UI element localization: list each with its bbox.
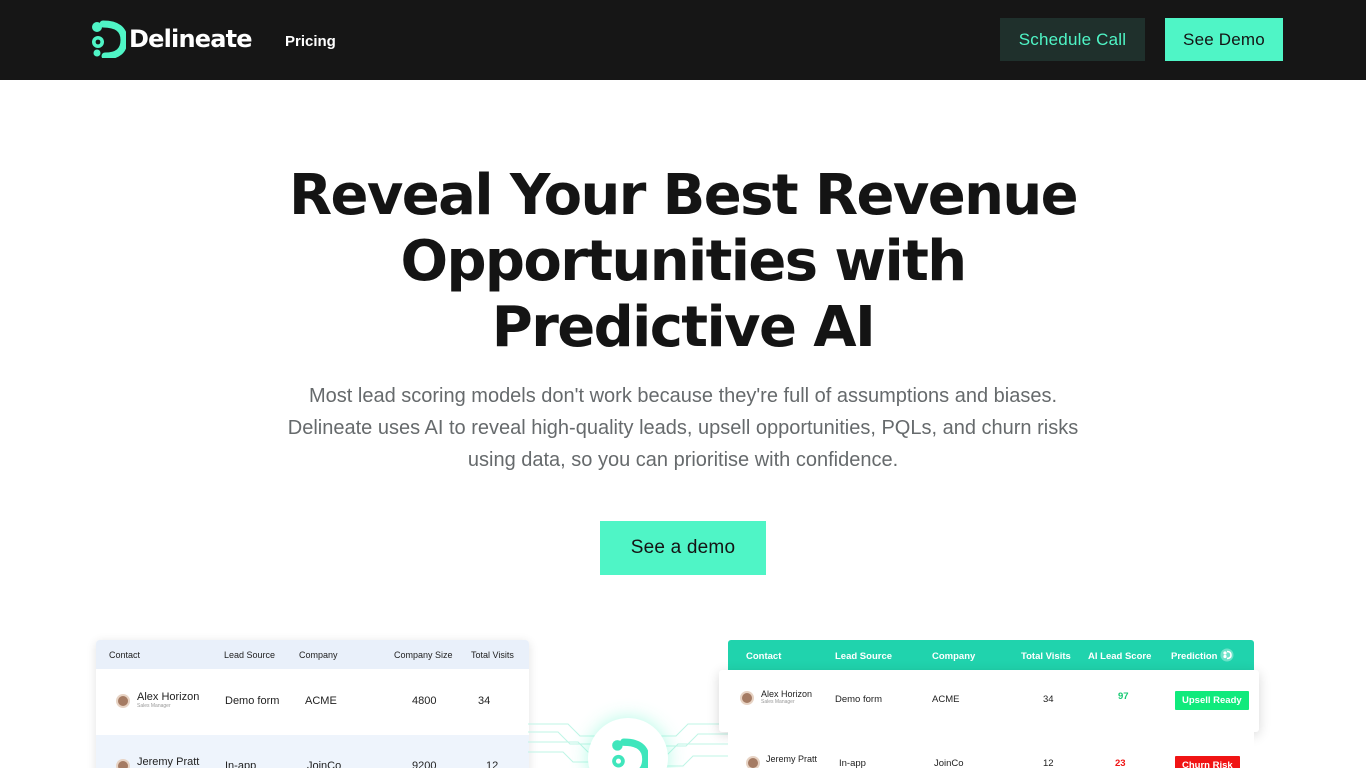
hero-title: Reveal Your Best Revenue Opportunities w…	[233, 163, 1133, 361]
prediction-badge-churn: Churn Risk	[1175, 756, 1240, 768]
column-header: Total Visits	[1021, 651, 1071, 662]
contact-cell: Alex Horizon Sales Manager	[761, 689, 812, 705]
company-cell: ACME	[305, 695, 337, 707]
delineate-logo-icon	[1220, 648, 1234, 662]
column-header: Contact	[109, 650, 141, 660]
table-row-highlighted: Alex Horizon Sales Manager Demo form ACM…	[719, 670, 1259, 732]
delineate-logo-icon	[612, 738, 648, 768]
column-header: Company Size	[394, 650, 453, 660]
avatar	[746, 756, 760, 768]
contact-name: Alex Horizon	[137, 691, 200, 703]
total-visits-cell: 34	[478, 695, 491, 707]
table-row: Jeremy Pratt In-app JoinCo 12 23 Churn R…	[728, 732, 1254, 768]
ai-lead-score-cell: 23	[1115, 758, 1126, 768]
hero-title-line: Predictive AI	[491, 295, 876, 360]
avatar	[116, 694, 130, 708]
hero-subtitle-line: Delineate uses AI to reveal high-quality…	[287, 417, 1079, 439]
logo-text: Delineate	[129, 25, 253, 53]
company-cell: JoinCo	[307, 760, 342, 768]
column-header: AI Lead Score	[1088, 651, 1152, 662]
prediction-badge-upsell: Upsell Ready	[1175, 691, 1249, 710]
total-visits-cell: 12	[486, 760, 499, 768]
lead-source-cell: Demo form	[225, 695, 280, 707]
hero-title-line: Reveal Your Best Revenue	[288, 163, 1079, 228]
contact-title: Sales Manager	[137, 703, 171, 709]
column-header: Company	[932, 651, 976, 662]
table-row: Alex Horizon Sales Manager Demo form ACM…	[96, 669, 529, 735]
lead-source-cell: In-app	[225, 760, 257, 768]
lead-source-cell: Demo form	[835, 694, 882, 705]
column-header: Lead Source	[835, 651, 893, 662]
company-cell: JoinCo	[934, 758, 964, 768]
contact-cell: Jeremy Pratt	[137, 756, 199, 768]
company-size-cell: 9200	[412, 760, 437, 768]
table-header: Contact Lead Source Company Total Visits…	[728, 640, 1254, 670]
hero-subtitle: Most lead scoring models don't work beca…	[263, 380, 1103, 476]
top-navbar: Delineate Pricing Schedule Call See Demo	[0, 0, 1366, 80]
contact-cell: Alex Horizon Sales Manager	[137, 691, 199, 709]
column-header: Contact	[746, 651, 782, 662]
hero-subtitle-line: Most lead scoring models don't work beca…	[308, 385, 1058, 407]
see-demo-button[interactable]: See Demo	[1165, 18, 1283, 61]
hero-subtitle-line: using data, so you can prioritise with c…	[467, 449, 899, 471]
contact-name: Alex Horizon	[761, 689, 813, 699]
nav-link-pricing[interactable]: Pricing	[285, 33, 336, 50]
lead-table-predicted: Contact Lead Source Company Total Visits…	[719, 640, 1259, 768]
total-visits-cell: 12	[1043, 758, 1054, 768]
table-header: Contact Lead Source Company Company Size…	[96, 640, 529, 669]
contact-name: Jeremy Pratt	[137, 756, 200, 768]
company-size-cell: 4800	[412, 695, 437, 707]
lead-table-before: Contact Lead Source Company Company Size…	[96, 640, 529, 768]
logo[interactable]: Delineate	[90, 20, 253, 58]
column-header: Lead Source	[224, 650, 276, 660]
avatar	[740, 691, 754, 705]
see-a-demo-button[interactable]: See a demo	[600, 521, 766, 575]
table-row: Jeremy Pratt In-app JoinCo 9200 12	[96, 735, 529, 768]
company-cell: ACME	[932, 694, 960, 705]
schedule-call-button[interactable]: Schedule Call	[1000, 18, 1145, 61]
contact-name: Jeremy Pratt	[766, 754, 818, 764]
column-header: Total Visits	[471, 650, 514, 660]
total-visits-cell: 34	[1043, 694, 1054, 705]
delineate-logo-icon	[92, 20, 126, 58]
column-header: Company	[299, 650, 338, 660]
hero-title-line: Opportunities with	[400, 229, 967, 294]
ai-lead-score-cell: 97	[1118, 691, 1129, 702]
column-header: Prediction	[1171, 651, 1218, 662]
contact-title: Sales Manager	[761, 699, 795, 705]
lead-source-cell: In-app	[839, 758, 866, 768]
contact-cell: Jeremy Pratt	[766, 754, 817, 764]
avatar	[116, 759, 130, 768]
